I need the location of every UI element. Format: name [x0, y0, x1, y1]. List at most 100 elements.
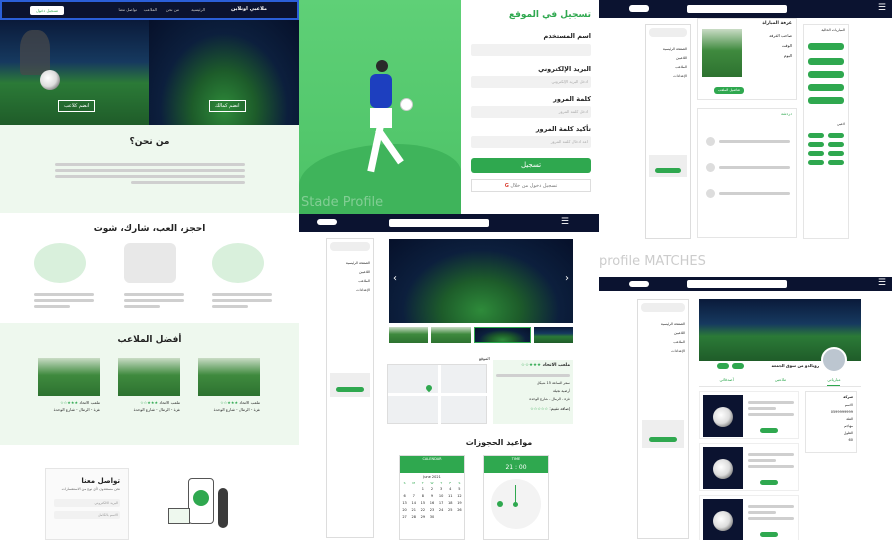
calendar-day[interactable]: 21: [409, 508, 418, 512]
stadium-card[interactable]: ملعب الاتحاد ★★★☆☆ غزة - الرمال - شارع ا…: [118, 358, 180, 412]
sidebar-item-home[interactable]: الصفحة الرئيسية: [641, 322, 685, 326]
calendar-day[interactable]: 27: [400, 515, 409, 519]
prev-arrow-icon[interactable]: ‹: [393, 273, 397, 284]
calendar-day[interactable]: 16: [427, 501, 436, 505]
calendar-day[interactable]: 22: [418, 508, 427, 512]
thumbnail[interactable]: [533, 327, 573, 343]
match-button[interactable]: [808, 71, 844, 78]
calendar-day[interactable]: 4: [446, 487, 455, 491]
stadium-location: غزة - الرمال - شارع الوحدة: [529, 397, 570, 401]
thumbnail[interactable]: [389, 327, 429, 343]
add-friend-button[interactable]: [717, 363, 729, 369]
sidebar-item-stadiums[interactable]: الملاعب: [641, 340, 685, 344]
calendar-day[interactable]: 10: [437, 494, 446, 498]
menu-icon[interactable]: ☰: [878, 3, 886, 13]
sidebar-item-home[interactable]: الصفحة الرئيسية: [330, 261, 370, 265]
email-field[interactable]: البريد الالكتروني: [54, 499, 120, 507]
nav-link-home[interactable]: الرئيسية: [191, 7, 205, 12]
username-input[interactable]: [471, 44, 591, 56]
calendar-day[interactable]: 23: [427, 508, 436, 512]
calendar-day[interactable]: 11: [446, 494, 455, 498]
match-button[interactable]: [808, 58, 844, 65]
nav-link-about[interactable]: من نحن: [166, 7, 179, 12]
sidebar-item-players[interactable]: اللاعبين: [649, 56, 687, 60]
nav-link-stadiums[interactable]: الملاعب: [144, 7, 157, 12]
signup-submit-button[interactable]: تسجيل: [471, 158, 591, 173]
rating-stars-input[interactable]: ☆☆☆☆☆: [530, 406, 548, 411]
profile-chip[interactable]: [330, 242, 370, 251]
calendar-day[interactable]: 26: [455, 508, 464, 512]
sidebar-item-players[interactable]: اللاعبين: [330, 270, 370, 274]
tab-friends[interactable]: أصدقائي: [720, 377, 734, 386]
calendar-day[interactable]: 30: [427, 515, 436, 519]
match-item[interactable]: [699, 391, 799, 439]
stadium-card[interactable]: ملعب الاتحاد ★★★☆☆ غزة - الرمال - شارع ا…: [198, 358, 260, 412]
calendar-day[interactable]: 24: [437, 508, 446, 512]
calendar-day[interactable]: 14: [409, 501, 418, 505]
clock-face[interactable]: [491, 479, 541, 529]
calendar-day[interactable]: 18: [446, 501, 455, 505]
match-item[interactable]: [699, 443, 799, 491]
calendar-day[interactable]: 5: [455, 487, 464, 491]
back-button[interactable]: [629, 5, 649, 12]
search-input[interactable]: [687, 280, 787, 288]
email-input[interactable]: ادخل البريد الإلكتروني: [471, 76, 591, 88]
next-arrow-icon[interactable]: ›: [565, 273, 569, 284]
calendar-day[interactable]: 19: [455, 501, 464, 505]
login-button[interactable]: تسجيل دخول: [30, 6, 64, 15]
message-button[interactable]: [732, 363, 744, 369]
search-input[interactable]: [389, 219, 489, 227]
google-signin-button[interactable]: تسجيل دخول من خلال G: [471, 179, 591, 192]
stadium-type: أرضية نجيلة: [552, 389, 570, 393]
thumbnail[interactable]: [473, 327, 531, 343]
sidebar-item-players[interactable]: اللاعبين: [641, 331, 685, 335]
sidebar-item-stadiums[interactable]: الملاعب: [649, 65, 687, 69]
match-button[interactable]: [808, 43, 844, 50]
confirm-input[interactable]: اعد ادخال كلمة المرور: [471, 136, 591, 148]
stadium-card[interactable]: ملعب الاتحاد ★★★☆☆ غزة - الرمال - شارع ا…: [38, 358, 100, 412]
menu-icon[interactable]: ☰: [878, 278, 886, 288]
profile-chip[interactable]: [649, 28, 687, 37]
sidebar-item-home[interactable]: الصفحة الرئيسية: [649, 47, 687, 51]
calendar-day[interactable]: 6: [400, 494, 409, 498]
info-row: الفئة: [846, 417, 853, 421]
calendar-day[interactable]: 20: [400, 508, 409, 512]
calendar-day[interactable]: 13: [400, 501, 409, 505]
sidebar-item-stadiums[interactable]: الملاعب: [330, 279, 370, 283]
calendar-day[interactable]: 2: [427, 487, 436, 491]
join-player-button[interactable]: انضم كلاعب: [58, 100, 96, 112]
back-button[interactable]: [629, 281, 649, 287]
calendar-day[interactable]: 25: [446, 508, 455, 512]
name-field[interactable]: الاسم بالكامل: [54, 511, 120, 519]
search-input[interactable]: [687, 5, 787, 13]
map[interactable]: [387, 364, 488, 425]
calendar-day[interactable]: 7: [409, 494, 418, 498]
stadium-details-button[interactable]: تفاصيل الملعب: [714, 87, 744, 94]
tab-stadiums[interactable]: ملاعبي: [775, 377, 786, 386]
match-button[interactable]: [808, 84, 844, 91]
tab-matches[interactable]: مبارياتي: [827, 377, 841, 386]
calendar-day[interactable]: 3: [437, 487, 446, 491]
back-button[interactable]: [317, 219, 337, 225]
sidebar-item-settings[interactable]: الإعدادات: [641, 349, 685, 353]
match-button[interactable]: [808, 97, 844, 104]
calendar-day[interactable]: 28: [409, 515, 418, 519]
calendar-day[interactable]: 15: [418, 501, 427, 505]
nav-link-contact[interactable]: تواصل معنا: [119, 7, 138, 12]
calendar-day[interactable]: 8: [418, 494, 427, 498]
password-input[interactable]: ادخل كلمة المرور: [471, 106, 591, 118]
calendar-day[interactable]: 1: [418, 487, 427, 491]
calendar-day[interactable]: 12: [455, 494, 464, 498]
calendar-day[interactable]: 17: [437, 501, 446, 505]
avatar[interactable]: [821, 347, 847, 373]
sidebar-item-settings[interactable]: الإعدادات: [649, 74, 687, 78]
sidebar-item-settings[interactable]: الإعدادات: [330, 288, 370, 292]
join-owner-button[interactable]: انضم كمالك: [209, 100, 246, 112]
thumbnail[interactable]: [431, 327, 471, 343]
match-item[interactable]: [699, 495, 799, 540]
calendar-day[interactable]: 9: [427, 494, 436, 498]
logo[interactable]: ملاعبي اونلاين: [231, 6, 267, 12]
profile-chip[interactable]: [641, 303, 685, 312]
menu-icon[interactable]: ☰: [561, 217, 569, 227]
calendar-day[interactable]: 29: [418, 515, 427, 519]
